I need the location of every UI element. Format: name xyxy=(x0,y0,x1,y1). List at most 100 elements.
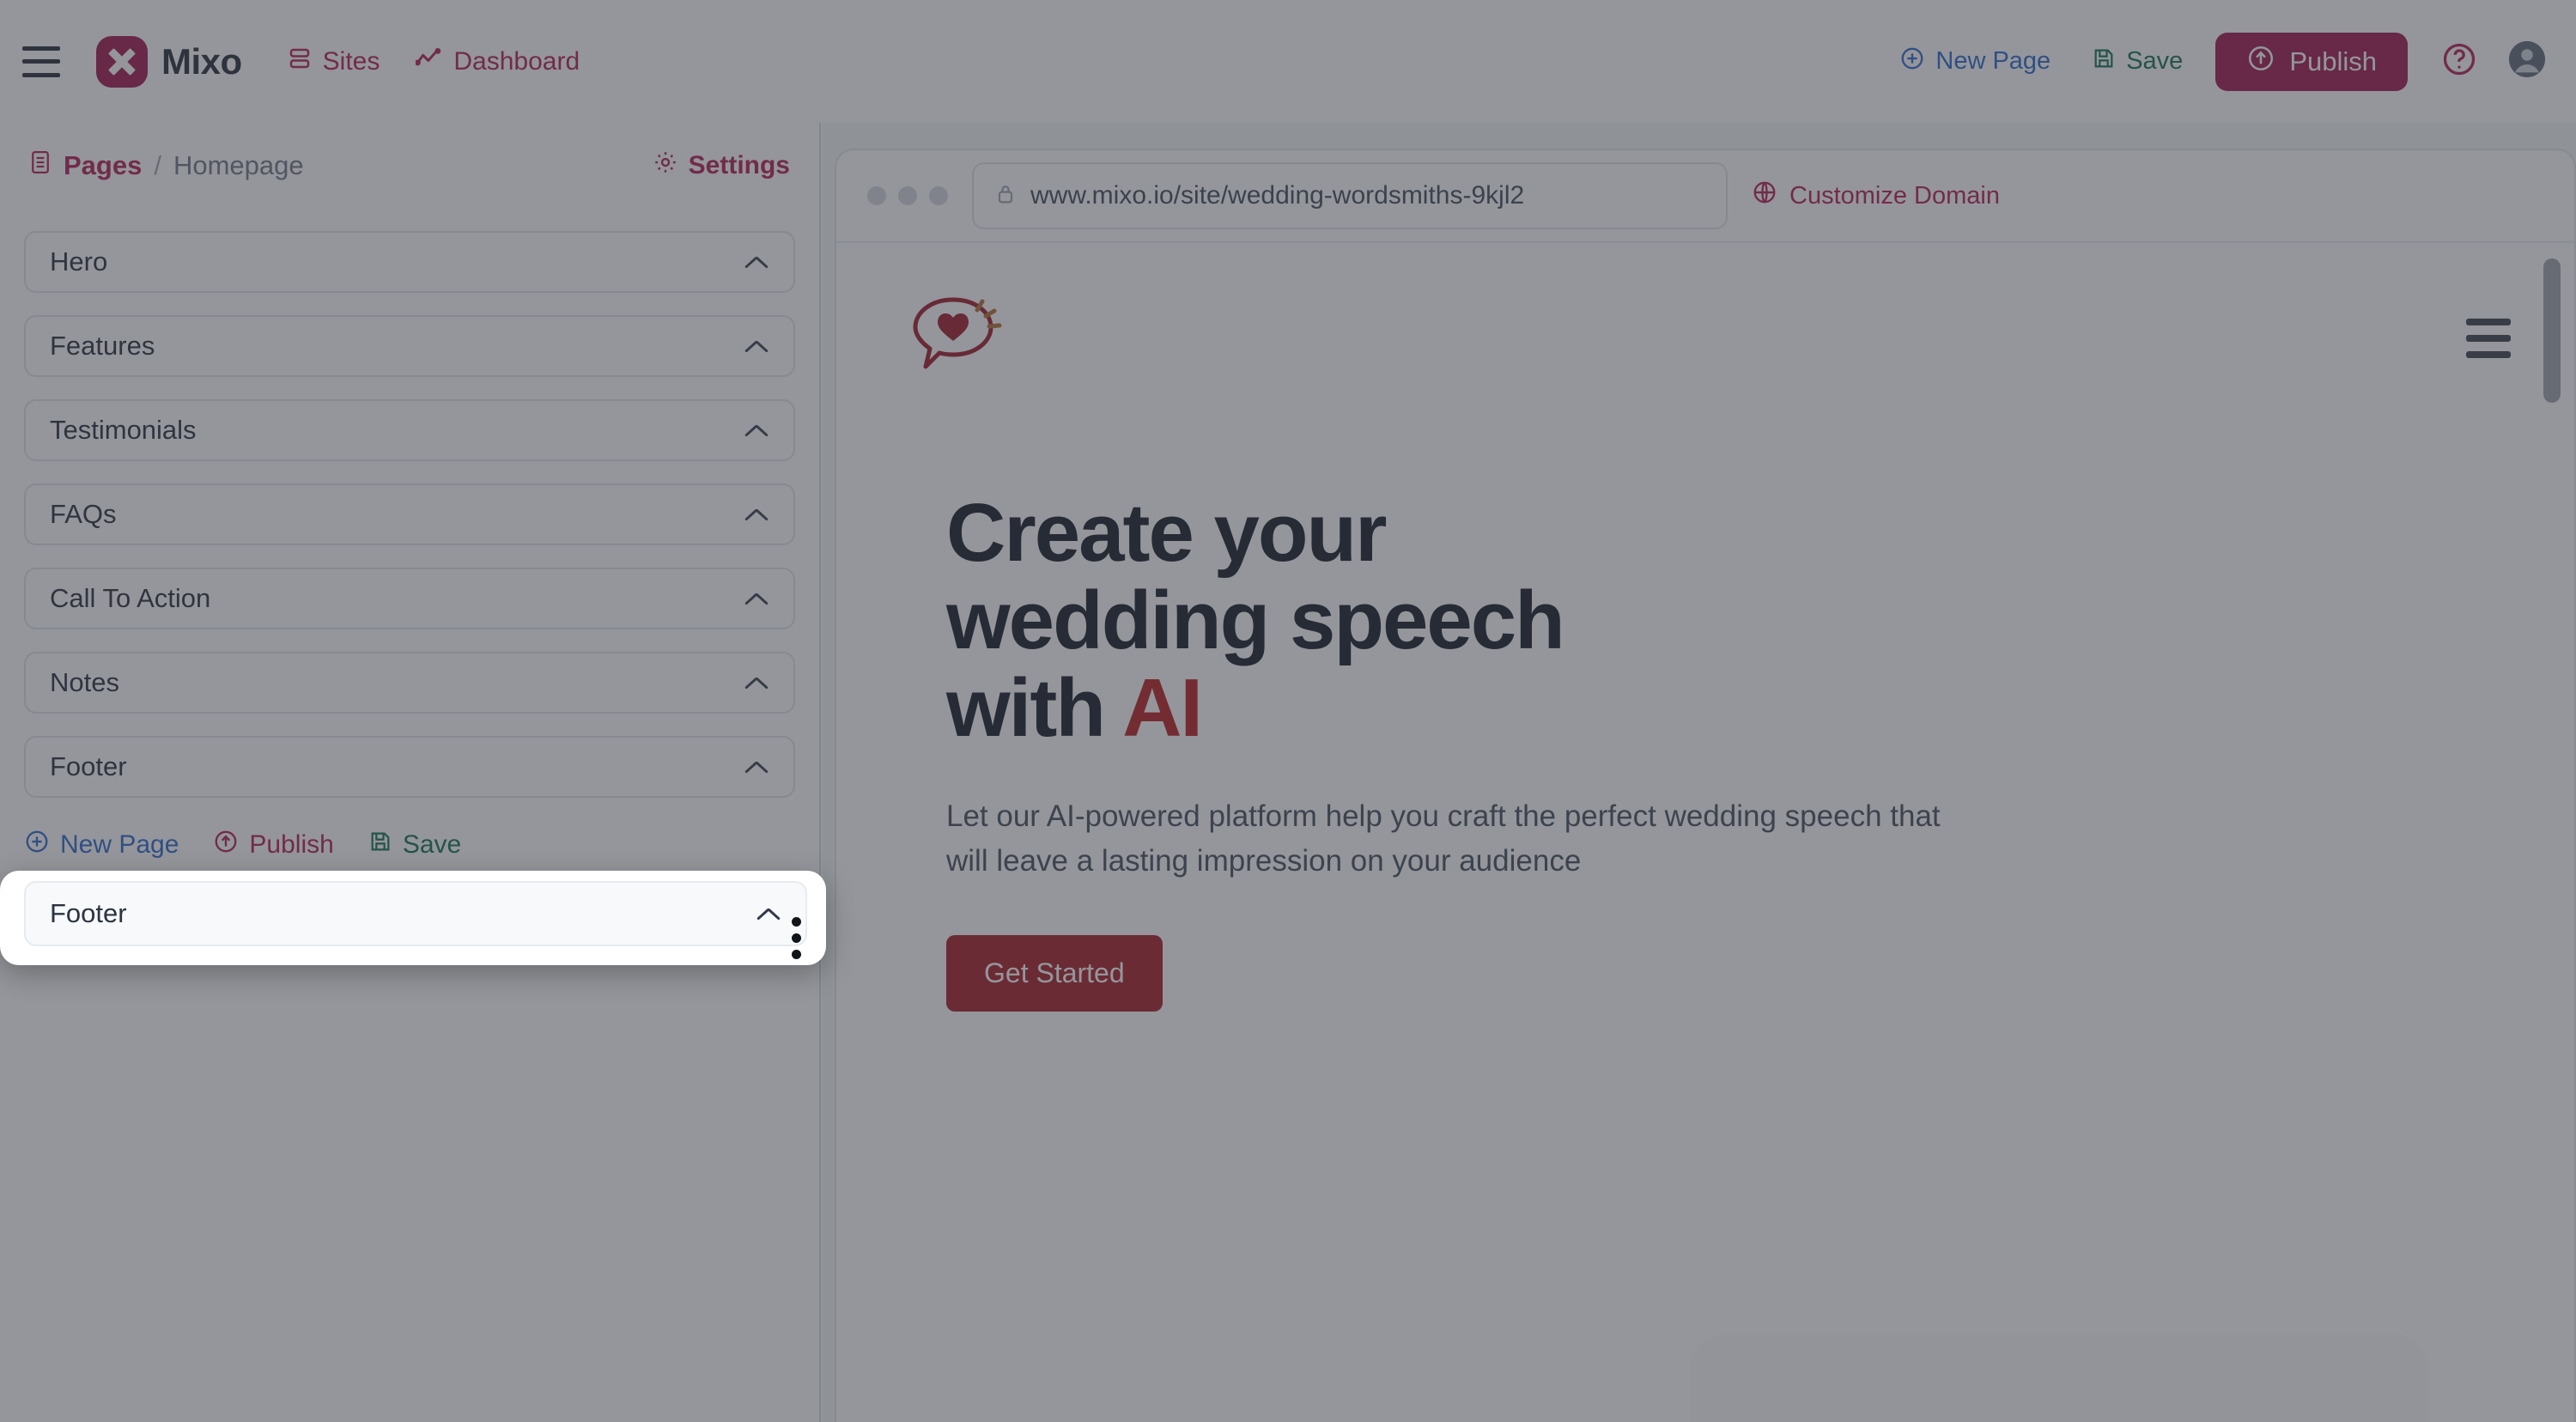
highlighted-section-label: Footer xyxy=(50,898,127,928)
plus-circle-icon xyxy=(1899,46,1925,78)
upload-circle-icon xyxy=(213,829,239,861)
section-label: FAQs xyxy=(50,499,117,529)
hamburger-bar xyxy=(2466,319,2511,325)
highlighted-section-row-footer[interactable]: Footer xyxy=(24,881,807,946)
get-started-button[interactable]: Get Started xyxy=(946,934,1163,1012)
section-row-notes[interactable]: Notes xyxy=(24,652,795,714)
section-label: Call To Action xyxy=(50,583,211,613)
floppy-disk-icon xyxy=(2092,46,2116,77)
breadcrumb-current-label: Homepage xyxy=(173,150,304,180)
nav-item-dashboard-label: Dashboard xyxy=(453,46,580,76)
plus-circle-icon xyxy=(24,829,50,861)
sidebar-header: Pages / Homepage Settings xyxy=(0,123,819,209)
hero-heading-line-2: wedding speech xyxy=(946,574,1565,666)
rendered-site: Create your wedding speech with AI Let o… xyxy=(836,245,2574,1422)
chevron-up-icon[interactable] xyxy=(744,675,769,690)
chevron-up-icon[interactable] xyxy=(756,906,781,921)
pages-sidebar: Pages / Homepage Settings Hero Features … xyxy=(0,123,821,1422)
top-bar: Mixo Sites Dashboard New Page Save Publi… xyxy=(0,0,2576,123)
customize-domain-button[interactable]: Customize Domain xyxy=(1752,179,2000,212)
sidebar-new-page-label: New Page xyxy=(60,830,179,859)
breadcrumb-root-label: Pages xyxy=(64,150,143,180)
section-row-testimonials[interactable]: Testimonials xyxy=(24,399,795,461)
nav-item-dashboard[interactable]: Dashboard xyxy=(415,46,580,78)
traffic-light-dots xyxy=(867,186,948,205)
brand-logo[interactable]: Mixo xyxy=(96,35,242,88)
publish-label: Publish xyxy=(2289,46,2377,76)
browser-frame: www.mixo.io/site/wedding-wordsmiths-9kjl… xyxy=(835,149,2576,1422)
section-row-hero[interactable]: Hero xyxy=(24,231,795,293)
url-input[interactable]: www.mixo.io/site/wedding-wordsmiths-9kjl… xyxy=(972,162,1728,229)
sidebar-save-label: Save xyxy=(402,830,462,859)
nav-item-sites-label: Sites xyxy=(322,46,380,76)
traffic-light-dot xyxy=(929,186,948,205)
browser-chrome: www.mixo.io/site/wedding-wordsmiths-9kjl… xyxy=(836,150,2574,243)
floppy-disk-icon xyxy=(368,830,392,860)
hero-subheading: Let our AI-powered platform help you cra… xyxy=(946,799,1941,878)
traffic-light-dot xyxy=(867,186,886,205)
hero-heading-line-1: Create your xyxy=(946,487,1388,579)
user-avatar-icon[interactable] xyxy=(2507,40,2547,83)
sidebar-publish-button[interactable]: Publish xyxy=(213,829,334,861)
traffic-light-dot xyxy=(898,186,917,205)
url-text: www.mixo.io/site/wedding-wordsmiths-9kjl… xyxy=(1030,181,1525,210)
handle-dot xyxy=(792,933,801,943)
site-header xyxy=(836,245,2574,388)
section-row-features[interactable]: Features xyxy=(24,315,795,377)
save-label: Save xyxy=(2126,47,2184,75)
save-button[interactable]: Save xyxy=(2092,46,2183,77)
section-row-faqs[interactable]: FAQs xyxy=(24,483,795,545)
breadcrumb-pages-link[interactable]: Pages xyxy=(29,149,142,182)
chevron-up-icon[interactable] xyxy=(744,507,769,522)
breadcrumb-separator: / xyxy=(154,150,161,180)
hero-heading-accent: AI xyxy=(1122,661,1203,754)
section-row-footer[interactable]: Footer xyxy=(24,736,795,798)
dashboard-chart-icon xyxy=(415,46,443,78)
sites-icon xyxy=(287,46,313,78)
new-page-label: New Page xyxy=(1935,47,2051,75)
mixo-logo-icon xyxy=(96,35,148,88)
hamburger-bar xyxy=(2466,351,2511,358)
settings-label: Settings xyxy=(688,151,790,179)
nav-item-sites[interactable]: Sites xyxy=(287,46,380,78)
section-label: Hero xyxy=(50,246,108,276)
drag-handle-dots-icon[interactable] xyxy=(792,917,801,959)
hamburger-bar xyxy=(22,46,60,51)
vertical-scrollbar[interactable] xyxy=(2543,258,2561,1422)
scrollbar-thumb[interactable] xyxy=(2543,258,2561,403)
question-mark-circle-icon[interactable] xyxy=(2440,40,2478,82)
section-row-call-to-action[interactable]: Call To Action xyxy=(24,568,795,629)
publish-button[interactable]: Publish xyxy=(2215,32,2408,91)
gear-icon xyxy=(653,149,678,182)
new-page-button[interactable]: New Page xyxy=(1899,46,2050,78)
customize-domain-label: Customize Domain xyxy=(1789,181,2000,210)
sidebar-save-button[interactable]: Save xyxy=(368,830,461,860)
hero-section: Create your wedding speech with AI Let o… xyxy=(836,388,2090,1012)
hero-heading: Create your wedding speech with AI xyxy=(946,489,2090,751)
section-label: Notes xyxy=(50,667,119,697)
hamburger-menu-icon[interactable] xyxy=(22,46,60,77)
top-bar-actions: New Page Save Publish xyxy=(1899,0,2547,123)
chevron-up-icon[interactable] xyxy=(744,591,769,606)
section-label: Testimonials xyxy=(50,415,197,445)
hero-bottom-card xyxy=(1690,1334,2428,1422)
site-preview-pane: www.mixo.io/site/wedding-wordsmiths-9kjl… xyxy=(823,123,2576,1422)
sidebar-new-page-button[interactable]: New Page xyxy=(24,829,179,861)
breadcrumb: Pages / Homepage xyxy=(29,149,304,182)
chevron-up-icon[interactable] xyxy=(744,422,769,438)
heart-speech-bubble-icon xyxy=(900,288,1010,388)
hero-heading-line-3-prefix: with xyxy=(946,661,1123,754)
sidebar-publish-label: Publish xyxy=(249,830,334,859)
upload-circle-icon xyxy=(2246,44,2275,80)
settings-button[interactable]: Settings xyxy=(653,149,790,182)
handle-dot xyxy=(792,950,801,959)
chevron-up-icon[interactable] xyxy=(744,254,769,270)
section-label: Features xyxy=(50,331,155,361)
lock-icon xyxy=(994,182,1017,210)
chevron-up-icon[interactable] xyxy=(744,338,769,354)
chevron-up-icon[interactable] xyxy=(744,759,769,775)
screen-root: Mixo Sites Dashboard New Page Save Publi… xyxy=(0,0,2576,1422)
site-menu-hamburger-icon[interactable] xyxy=(2466,319,2511,358)
brand-name: Mixo xyxy=(161,40,242,82)
sidebar-actions: New Page Publish Save xyxy=(0,798,819,861)
